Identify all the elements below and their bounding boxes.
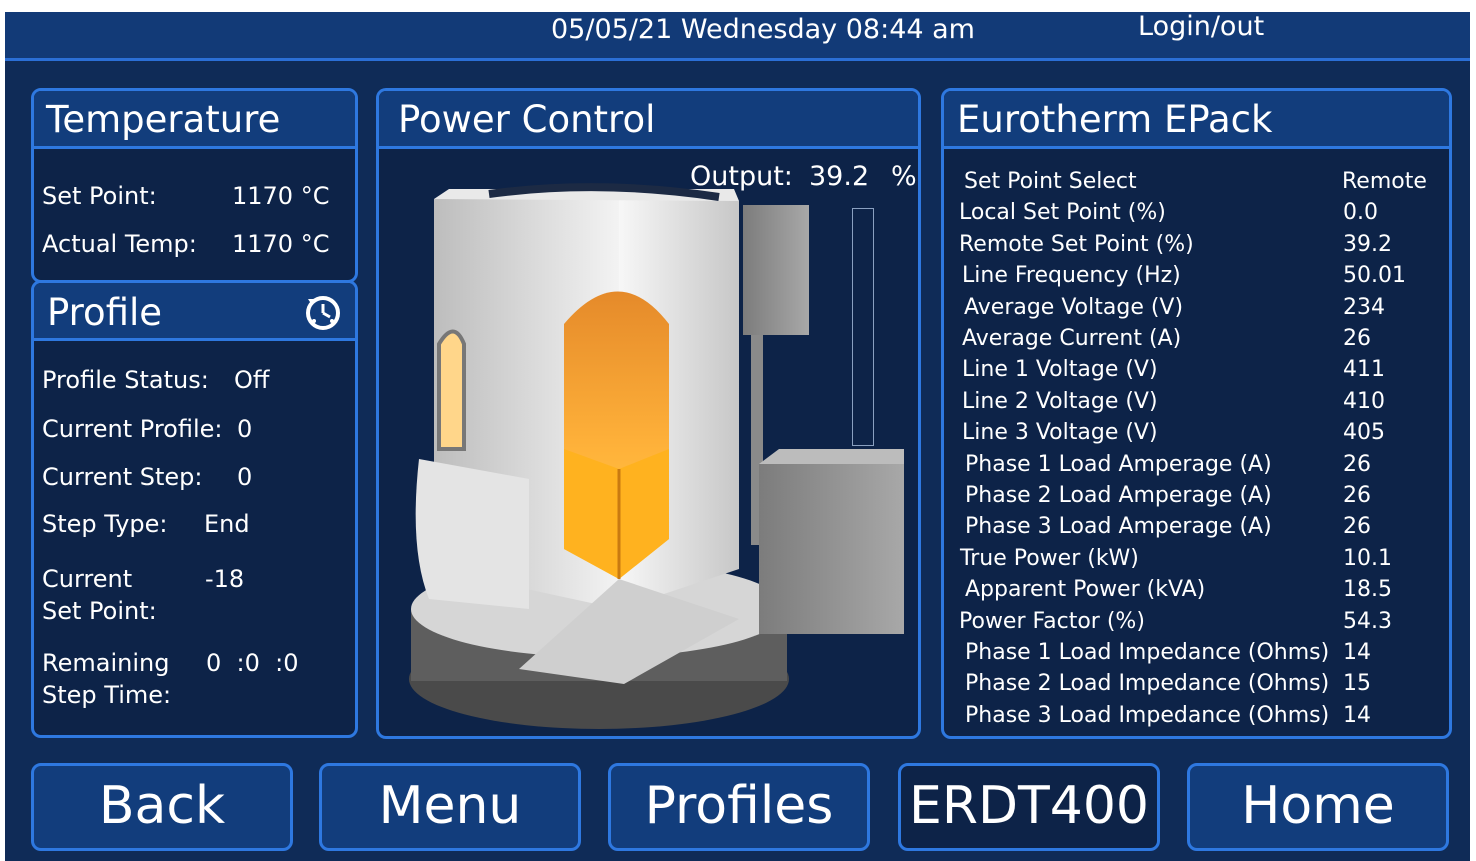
remaining-step-time-label-2: Step Time:: [42, 681, 172, 709]
epack-title-bar: Eurotherm EPack: [944, 91, 1449, 149]
epack-title: Eurotherm EPack: [957, 98, 1273, 141]
epack-param-label: Line 1 Voltage (V): [962, 357, 1158, 383]
epack-param-value: 15: [1343, 671, 1371, 697]
epack-param-label: Local Set Point (%): [959, 200, 1166, 226]
epack-param-label: Set Point Select: [964, 169, 1137, 194]
epack-param-label: Phase 2 Load Impedance (Ohms): [965, 671, 1330, 697]
current-set-point-label-2: Set Point:: [42, 597, 157, 625]
remaining-step-time-value: 0 :0 :0: [206, 649, 299, 677]
epack-param-label: Power Factor (%): [959, 608, 1145, 634]
epack-param-label: Phase 2 Load Amperage (A): [965, 483, 1272, 508]
current-set-point-label: Current: [42, 565, 133, 593]
epack-param-value: 411: [1343, 357, 1385, 383]
epack-param-value: 14: [1343, 702, 1371, 728]
top-bar: 05/05/21 Wednesday 08:44 am Login/out: [5, 11, 1470, 61]
profile-status-value: Off: [234, 366, 270, 394]
epack-param-label: True Power (kW): [960, 545, 1139, 571]
epack-param-label: Phase 1 Load Impedance (Ohms): [965, 640, 1330, 665]
current-step-value: 0: [237, 463, 253, 491]
temperature-title: Temperature: [46, 98, 281, 141]
home-button[interactable]: Home: [1187, 763, 1449, 851]
epack-param-value: 0.0: [1343, 200, 1378, 226]
epack-param-value: 26: [1343, 326, 1371, 351]
current-set-point-value: -18: [205, 565, 245, 593]
epack-param-label: Line Frequency (Hz): [962, 263, 1181, 289]
power-control-panel: Power Control Output: 39.2 %: [376, 88, 921, 739]
epack-param-label: Average Current (A): [962, 326, 1182, 351]
temperature-panel: Temperature Set Point: 1170 °C Actual Te…: [31, 88, 358, 283]
date-time: 05/05/21 Wednesday 08:44 am: [551, 14, 975, 45]
back-button[interactable]: Back: [31, 763, 293, 851]
temperature-title-bar: Temperature: [34, 91, 355, 149]
profile-title: Profile: [47, 291, 163, 334]
profiles-button[interactable]: Profiles: [608, 763, 870, 851]
epack-param-label: Line 2 Voltage (V): [962, 388, 1158, 414]
epack-param-label: Apparent Power (kVA): [965, 577, 1206, 603]
epack-param-value: 14: [1343, 640, 1371, 665]
step-type-label: Step Type:: [42, 510, 168, 538]
current-profile-value: 0: [237, 415, 253, 443]
power-control-title-bar: Power Control: [379, 91, 918, 149]
menu-button[interactable]: Menu: [319, 763, 581, 851]
epack-panel: Eurotherm EPack Set Point Select Remote Lo…: [941, 88, 1452, 739]
epack-param-value: Remote: [1342, 169, 1427, 194]
epack-param-label: Phase 3 Load Impedance (Ohms): [965, 702, 1330, 728]
epack-param-value: 26: [1343, 514, 1371, 540]
furnace-illustration: [409, 183, 904, 729]
profile-panel: Profile Profile Status: Off Current Prof…: [31, 280, 358, 738]
epack-param-value: 50.01: [1343, 263, 1406, 289]
profile-status-label: Profile Status:: [42, 366, 209, 394]
epack-param-value: 26: [1343, 451, 1371, 477]
model-button[interactable]: ERDT400: [898, 763, 1160, 851]
step-type-value: End: [204, 510, 250, 538]
set-point-value: 1170 °C: [232, 182, 330, 210]
epack-param-value: 405: [1343, 420, 1385, 446]
power-control-title: Power Control: [398, 98, 656, 141]
epack-param-value: 26: [1343, 483, 1371, 508]
actual-temp-value: 1170 °C: [232, 230, 330, 258]
epack-param-value: 54.3: [1343, 608, 1392, 634]
profile-title-bar: Profile: [34, 283, 355, 341]
epack-param-value: 410: [1343, 388, 1385, 414]
set-point-label: Set Point:: [42, 182, 157, 210]
current-profile-label: Current Profile:: [42, 415, 223, 443]
epack-param-label: Average Voltage (V): [964, 294, 1184, 320]
clock-refresh-icon[interactable]: [302, 291, 344, 333]
epack-param-value: 39.2: [1343, 231, 1392, 257]
current-step-label: Current Step:: [42, 463, 203, 491]
login-out-button[interactable]: Login/out: [1138, 11, 1264, 43]
remaining-step-time-label: Remaining: [42, 649, 170, 677]
epack-param-label: Remote Set Point (%): [959, 231, 1194, 257]
epack-param-label: Line 3 Voltage (V): [962, 420, 1158, 446]
epack-param-value: 234: [1343, 294, 1385, 320]
actual-temp-label: Actual Temp:: [42, 230, 197, 258]
epack-param-value: 10.1: [1343, 545, 1392, 571]
epack-param-label: Phase 3 Load Amperage (A): [965, 514, 1272, 540]
epack-param-label: Phase 1 Load Amperage (A): [965, 451, 1272, 477]
epack-param-value: 18.5: [1343, 577, 1392, 603]
